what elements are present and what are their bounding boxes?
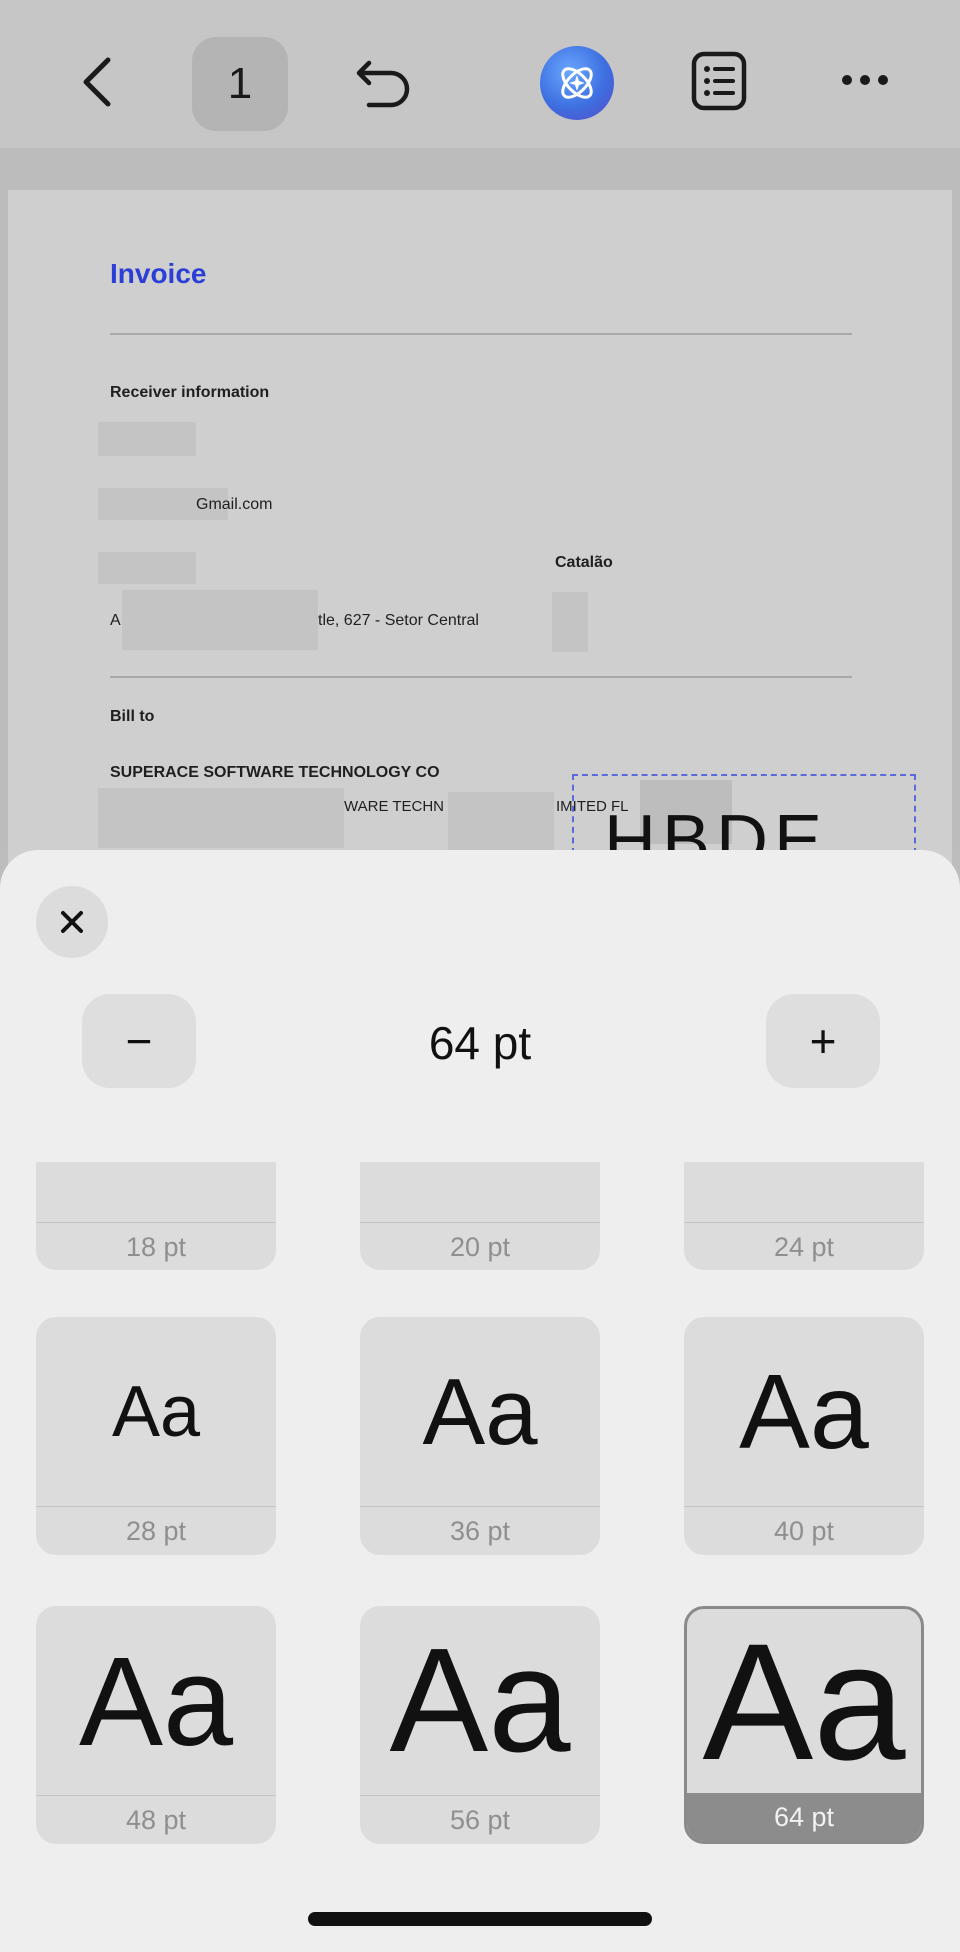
font-size-option-64-selected[interactable]: Aa 64 pt [684, 1606, 924, 1844]
size-label: 40 pt [684, 1506, 924, 1555]
font-size-option-24[interactable]: 24 pt [684, 1162, 924, 1270]
size-label: 64 pt [687, 1793, 921, 1841]
font-size-option-56[interactable]: Aa 56 pt [360, 1606, 600, 1844]
redacted-block [98, 788, 344, 848]
ai-assistant-icon [561, 67, 593, 99]
increase-size-button[interactable]: + [766, 994, 880, 1088]
ai-assistant-button[interactable] [540, 46, 614, 120]
size-preview: Aa [78, 1630, 234, 1772]
size-label: 28 pt [36, 1506, 276, 1555]
more-icon [842, 75, 888, 85]
close-icon [61, 911, 83, 933]
top-toolbar: 1 [0, 0, 960, 148]
outline-list-button[interactable] [690, 50, 748, 112]
back-icon [83, 57, 111, 107]
current-font-size: 64 pt [428, 1017, 532, 1069]
font-size-option-18[interactable]: 18 pt [36, 1162, 276, 1270]
font-size-option-36[interactable]: Aa 36 pt [360, 1317, 600, 1555]
size-preview: Aa [739, 1352, 869, 1471]
home-indicator [308, 1912, 652, 1926]
plus-icon: + [809, 1015, 837, 1067]
redacted-block [98, 552, 196, 584]
redacted-block [448, 792, 554, 852]
redacted-block [98, 422, 196, 456]
redacted-block [552, 592, 588, 652]
size-label: 36 pt [360, 1506, 600, 1555]
back-button[interactable] [70, 46, 126, 118]
receiver-city: Catalão [555, 554, 613, 571]
decrease-size-button[interactable]: − [82, 994, 196, 1088]
undo-icon [356, 60, 410, 108]
receiver-address: tle, 627 - Setor Central [318, 612, 479, 629]
divider [110, 676, 852, 678]
size-label: 24 pt [684, 1222, 924, 1270]
page-number: 1 [227, 59, 253, 108]
size-preview: Aa [702, 1610, 906, 1795]
size-label: 56 pt [360, 1795, 600, 1844]
close-button[interactable] [36, 886, 108, 958]
bill-to-heading: Bill to [110, 708, 155, 725]
size-label: 20 pt [360, 1222, 600, 1270]
document-title: Invoice [110, 258, 207, 289]
font-size-option-20[interactable]: 20 pt [360, 1162, 600, 1270]
list-icon [691, 51, 747, 111]
receiver-email: Gmail.com [196, 496, 273, 513]
more-button[interactable] [840, 58, 890, 102]
address-prefix: A [110, 612, 121, 629]
redacted-block [122, 590, 318, 650]
undo-button[interactable] [350, 46, 420, 116]
font-size-option-40[interactable]: Aa 40 pt [684, 1317, 924, 1555]
size-preview: Aa [389, 1618, 571, 1783]
size-label: 18 pt [36, 1222, 276, 1270]
company-line-2a: WARE TECHN [344, 798, 445, 815]
size-label: 48 pt [36, 1795, 276, 1844]
bill-to-company: SUPERACE SOFTWARE TECHNOLOGY CO [110, 764, 440, 781]
size-preview: Aa [111, 1372, 201, 1452]
size-preview: Aa [422, 1359, 538, 1464]
font-size-option-28[interactable]: Aa 28 pt [36, 1317, 276, 1555]
receiver-heading: Receiver information [110, 384, 270, 401]
minus-icon: − [125, 1015, 153, 1067]
divider [110, 333, 852, 335]
page-number-button[interactable]: 1 [192, 37, 288, 131]
font-size-option-48[interactable]: Aa 48 pt [36, 1606, 276, 1844]
